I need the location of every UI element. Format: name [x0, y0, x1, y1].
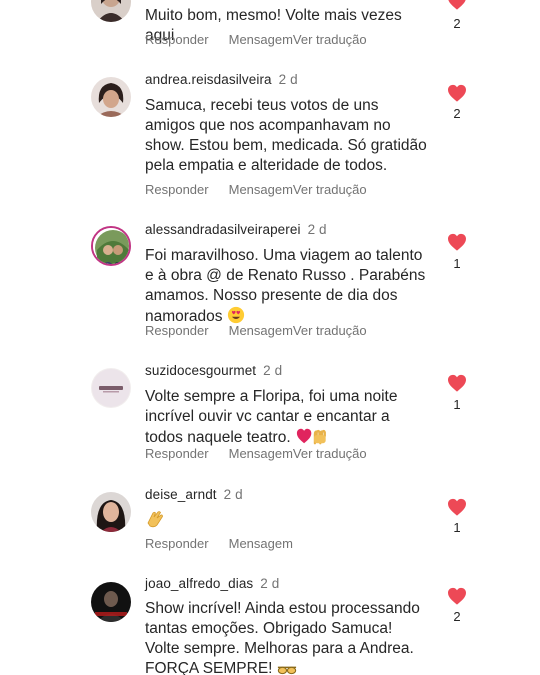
like-count: 2 [453, 609, 461, 624]
heart-filled-icon[interactable] [447, 84, 467, 102]
translate-button[interactable]: Ver tradução [293, 182, 367, 197]
comment-header: joao_alfredo_dias 2 d [145, 576, 279, 591]
comment-header: suzidocesgourmet 2 d [145, 363, 282, 378]
comment-header: andrea.reisdasilveira 2 d [145, 72, 298, 87]
username[interactable]: suzidocesgourmet [145, 363, 256, 378]
reply-button[interactable]: Responder [145, 536, 209, 551]
heart-filled-icon[interactable] [447, 498, 467, 516]
heart-filled-icon[interactable] [447, 0, 467, 10]
heart-filled-icon[interactable] [447, 374, 467, 392]
like-count: 1 [453, 397, 461, 412]
comment-actions: Responder MensagemVer tradução [145, 323, 367, 338]
comment-text [145, 509, 430, 535]
message-button[interactable]: Mensagem [229, 446, 293, 461]
message-button[interactable]: Mensagem [229, 323, 293, 338]
timestamp: 2 d [263, 363, 283, 378]
username[interactable]: deise_arndt [145, 487, 217, 502]
username[interactable]: joao_alfredo_dias [145, 576, 253, 591]
clapping-hands-emoji [145, 509, 165, 535]
message-button[interactable]: Mensagem [229, 32, 293, 47]
timestamp: 2 d [260, 576, 280, 591]
avatar[interactable] [91, 492, 131, 532]
message-button[interactable]: Mensagem [229, 536, 293, 551]
reply-button[interactable]: Responder [145, 323, 209, 338]
timestamp: 2 d [278, 72, 298, 87]
avatar[interactable] [91, 368, 131, 408]
heart-filled-icon[interactable] [447, 233, 467, 251]
comment-text: Volte sempre a Floripa, foi uma noite in… [145, 387, 430, 451]
comment-header: alessandradasilveiraperei 2 d [145, 222, 327, 237]
translate-button[interactable]: Ver tradução [293, 32, 367, 47]
comment-actions: Responder MensagemVer tradução [145, 446, 367, 461]
like-count: 2 [453, 106, 461, 121]
like-count: 1 [453, 256, 461, 271]
reply-button[interactable]: Responder [145, 446, 209, 461]
sunglasses-emoji [277, 662, 297, 675]
translate-button[interactable]: Ver tradução [293, 446, 367, 461]
comment-actions: Responder MensagemVer tradução [145, 32, 367, 47]
message-button[interactable]: Mensagem [229, 182, 293, 197]
avatar[interactable] [91, 77, 131, 117]
comment-header: deise_arndt 2 d [145, 487, 243, 502]
comment-text: Show incrível! Ainda estou processando t… [145, 599, 430, 675]
timestamp: 2 d [223, 487, 243, 502]
comment-text: Samuca, recebi teus votos de uns amigos … [145, 97, 427, 174]
comment-actions: Responder MensagemVer tradução [145, 182, 367, 197]
like-count: 2 [453, 16, 461, 31]
translate-button[interactable]: Ver tradução [293, 323, 367, 338]
heart-filled-icon[interactable] [447, 587, 467, 605]
avatar[interactable] [91, 226, 131, 266]
avatar[interactable] [91, 582, 131, 622]
avatar[interactable] [91, 0, 131, 22]
like-count: 1 [453, 520, 461, 535]
reply-button[interactable]: Responder [145, 32, 209, 47]
comment-text: Foi maravilhoso. Uma viagem ao talento e… [145, 246, 430, 330]
timestamp: 2 d [307, 222, 327, 237]
username[interactable]: alessandradasilveiraperei [145, 222, 301, 237]
reply-button[interactable]: Responder [145, 182, 209, 197]
comment-actions: Responder Mensagem [145, 536, 293, 551]
username[interactable]: andrea.reisdasilveira [145, 72, 272, 87]
